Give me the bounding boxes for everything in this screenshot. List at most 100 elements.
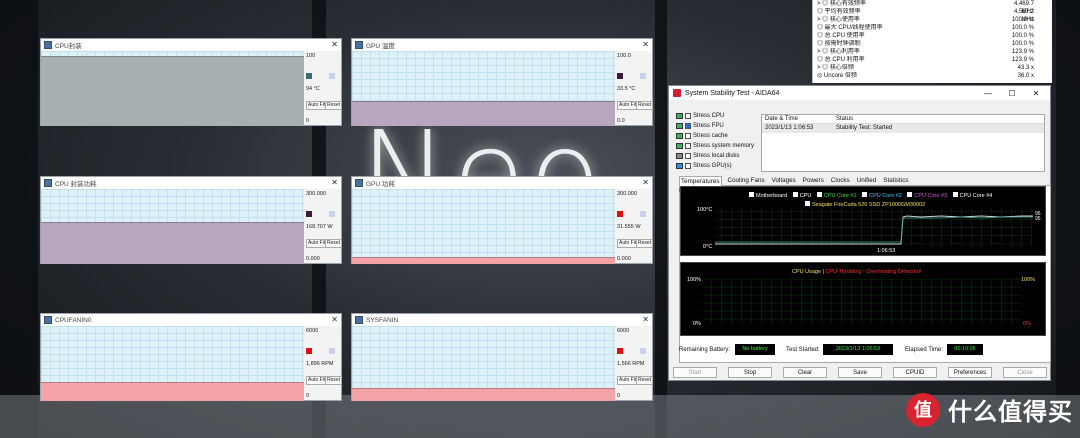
- color-swatch-2[interactable]: [329, 348, 335, 354]
- sensor-row[interactable]: ◎ Uncore 倍频 36.0 x: [813, 72, 1052, 80]
- stress-memory-option[interactable]: Stress system memory: [676, 143, 754, 149]
- save-button[interactable]: Save: [838, 367, 882, 378]
- stress-gpu-option[interactable]: Stress GPU(s): [676, 163, 732, 169]
- sensor-row[interactable]: > ◎ 核心利用率 123.9 %: [813, 48, 1052, 56]
- checkbox[interactable]: [685, 143, 691, 149]
- preferences-button[interactable]: Preferences: [948, 367, 992, 378]
- close-icon[interactable]: ✕: [331, 179, 338, 187]
- reset-button[interactable]: Reset: [636, 101, 654, 110]
- tab-unified[interactable]: Unified: [856, 176, 878, 186]
- option-label: Stress GPU(s): [693, 163, 732, 169]
- sensor-row[interactable]: ◎ 总 CPU 使用率 100.0 %: [813, 32, 1052, 40]
- reset-button[interactable]: Reset: [325, 101, 343, 110]
- current-value: 168.707 W: [306, 224, 333, 230]
- legend-core4[interactable]: CPU Core #4: [960, 193, 993, 199]
- color-swatch[interactable]: [306, 211, 312, 217]
- start-button[interactable]: Start: [673, 367, 717, 378]
- close-button[interactable]: Close: [1003, 367, 1047, 378]
- sensor-value: 100.0 %: [1011, 33, 1034, 39]
- option-label: Stress CPU: [693, 113, 725, 119]
- reset-button[interactable]: Reset: [325, 376, 343, 385]
- sensor-value: 4,469.7 MHz: [1013, 1, 1034, 15]
- color-swatch-2[interactable]: [640, 211, 646, 217]
- sensor-label: ◎ Uncore 倍频: [817, 73, 857, 79]
- tab-voltages[interactable]: Voltages: [771, 176, 797, 186]
- option-label: Stress system memory: [693, 143, 755, 149]
- sensor-row[interactable]: ◎ 平均有效频率 4,567.2 MHz: [813, 8, 1052, 23]
- reset-button[interactable]: Reset: [636, 376, 654, 385]
- current-value: 1,896 RPM: [306, 361, 334, 367]
- close-icon[interactable]: ✕: [642, 316, 649, 324]
- header-date[interactable]: Date & Time: [762, 115, 836, 123]
- color-swatch-2[interactable]: [329, 211, 335, 217]
- legend-core3[interactable]: CPU Core #3: [914, 193, 947, 199]
- monitor-window-cpu-fan[interactable]: CPUFANIN0 ✕ 6000 1,896 RPM Auto Fit Reset…: [40, 313, 343, 401]
- sensor-row[interactable]: ◎ 按需时钟调制 100.0 %: [813, 40, 1052, 48]
- sensor-value: 43.3 x: [1017, 65, 1034, 71]
- app-icon: [44, 179, 52, 187]
- sensor-row[interactable]: > ◎ 核心倍频 43.3 x: [813, 64, 1052, 72]
- close-icon[interactable]: ✕: [331, 316, 338, 324]
- reset-button[interactable]: Reset: [636, 239, 654, 248]
- cell-status: Stability Test: Started: [836, 125, 893, 131]
- table-row[interactable]: 2023/1/13 1:06:53 Stability Test: Started: [762, 124, 1044, 133]
- header-status[interactable]: Status: [836, 115, 853, 123]
- legend-core2[interactable]: CPU Core #2: [869, 193, 902, 199]
- color-swatch-2[interactable]: [329, 73, 335, 79]
- usage-bot-right: 0%: [1023, 321, 1031, 327]
- color-swatch-2[interactable]: [640, 73, 646, 79]
- monitor-window-gpu-power[interactable]: GPU 功耗 ✕ 300.000 31.555 W Auto Fit Reset …: [351, 176, 654, 264]
- monitor-window-sys-fan[interactable]: SYSFANIN ✕ 6000 1,566 RPM Auto Fit Reset …: [351, 313, 654, 401]
- stress-cache-option[interactable]: Stress cache: [676, 133, 728, 139]
- current-value: 1,566 RPM: [617, 361, 645, 367]
- legend-ssd[interactable]: Seagate FireCuda 520 SSD ZP1000GM30002: [805, 201, 925, 208]
- tab-temperatures[interactable]: Temperatures: [679, 176, 722, 186]
- close-icon[interactable]: ✕: [642, 41, 649, 49]
- maximize-icon[interactable]: ☐: [1002, 89, 1022, 98]
- color-swatch[interactable]: [617, 211, 623, 217]
- color-swatch[interactable]: [617, 73, 623, 79]
- sensor-value: 100.0 %: [1011, 17, 1034, 23]
- usage-top-left: 100%: [687, 277, 702, 283]
- legend-motherboard[interactable]: Motherboard: [756, 193, 787, 199]
- color-swatch[interactable]: [306, 73, 312, 79]
- cpuid-button[interactable]: CPUID: [893, 367, 937, 378]
- legend-ssd-label: Seagate FireCuda 520 SSD ZP1000GM30002: [812, 202, 926, 208]
- reset-button[interactable]: Reset: [325, 239, 343, 248]
- close-icon[interactable]: ✕: [642, 179, 649, 187]
- stress-disks-option[interactable]: Stress local disks: [676, 153, 739, 159]
- tab-clocks[interactable]: Clocks: [830, 176, 851, 186]
- tab-cooling-fans[interactable]: Cooling Fans: [727, 176, 766, 186]
- tab-powers[interactable]: Powers: [802, 176, 825, 186]
- cpu-icon: [676, 113, 683, 119]
- checkbox[interactable]: [685, 163, 691, 169]
- monitor-window-cpu-package[interactable]: CPU封装 ✕ 100 94 °C Auto Fit Reset 0: [40, 38, 343, 126]
- sensor-row[interactable]: ◎ 总 CPU 利用率 123.9 %: [813, 56, 1052, 64]
- sensor-row[interactable]: > ◎ 核心有效频率 4,469.7 MHz: [813, 0, 1052, 15]
- legend-core1[interactable]: CPU Core #1: [824, 193, 857, 199]
- aida64-stability-window[interactable]: System Stability Test - AIDA64 — ☐ ✕ Str…: [668, 85, 1051, 381]
- stress-fpu-option[interactable]: Stress FPU: [676, 123, 724, 129]
- checkbox[interactable]: [685, 153, 691, 159]
- tab-statistics[interactable]: Statistics: [882, 176, 909, 186]
- stress-cpu-option[interactable]: Stress CPU: [676, 113, 724, 119]
- option-label: Stress FPU: [693, 123, 724, 129]
- monitor-window-gpu-temp[interactable]: GPU 温度 ✕ 100.0 33.5 °C Auto Fit Reset 0.0: [351, 38, 654, 126]
- sensor-label: ◎ 平均有效频率: [817, 9, 861, 15]
- color-swatch-2[interactable]: [640, 348, 646, 354]
- color-swatch[interactable]: [617, 348, 623, 354]
- sensor-row[interactable]: ◎ 最大 CPU/线程使用率 100.0 %: [813, 24, 1052, 32]
- stop-button[interactable]: Stop: [728, 367, 772, 378]
- memory-icon: [676, 143, 683, 149]
- sensor-row[interactable]: > ◎ 核心使用率 100.0 %: [813, 16, 1052, 24]
- minimize-icon[interactable]: —: [978, 89, 998, 98]
- checkbox[interactable]: [685, 133, 691, 139]
- checkbox[interactable]: [685, 113, 691, 119]
- color-swatch[interactable]: [306, 348, 312, 354]
- monitor-window-cpu-power[interactable]: CPU 封装功耗 ✕ 300.000 168.707 W Auto Fit Res…: [40, 176, 343, 264]
- close-icon[interactable]: ✕: [331, 41, 338, 49]
- close-icon[interactable]: ✕: [1026, 89, 1046, 98]
- clear-button[interactable]: Clear: [783, 367, 827, 378]
- checkbox[interactable]: [685, 123, 691, 129]
- legend-cpu[interactable]: CPU: [800, 193, 812, 199]
